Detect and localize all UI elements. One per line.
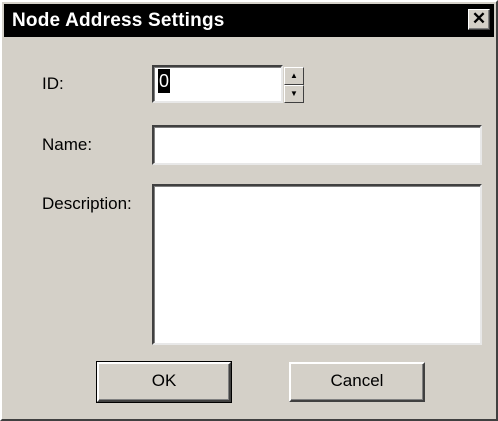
description-label: Description: (42, 194, 132, 213)
cancel-button[interactable]: Cancel (289, 362, 425, 402)
id-spinner-buttons: ▲ ▼ (284, 67, 304, 103)
spin-up-icon[interactable]: ▲ (284, 67, 304, 85)
spin-down-icon[interactable]: ▼ (284, 85, 304, 103)
window-title: Node Address Settings (12, 10, 225, 31)
description-field[interactable] (152, 184, 482, 345)
node-address-settings-dialog: Node Address Settings ✕ ID: 0 ▲ ▼ Name: … (0, 0, 498, 421)
name-field[interactable] (152, 125, 482, 165)
title-bar[interactable]: Node Address Settings ✕ (4, 4, 494, 37)
close-icon[interactable]: ✕ (468, 9, 490, 30)
id-spin-input[interactable]: 0 (152, 65, 283, 103)
name-label: Name: (42, 135, 93, 154)
ok-button[interactable]: OK (96, 361, 232, 403)
id-value: 0 (158, 69, 171, 93)
id-label: ID: (42, 74, 64, 93)
